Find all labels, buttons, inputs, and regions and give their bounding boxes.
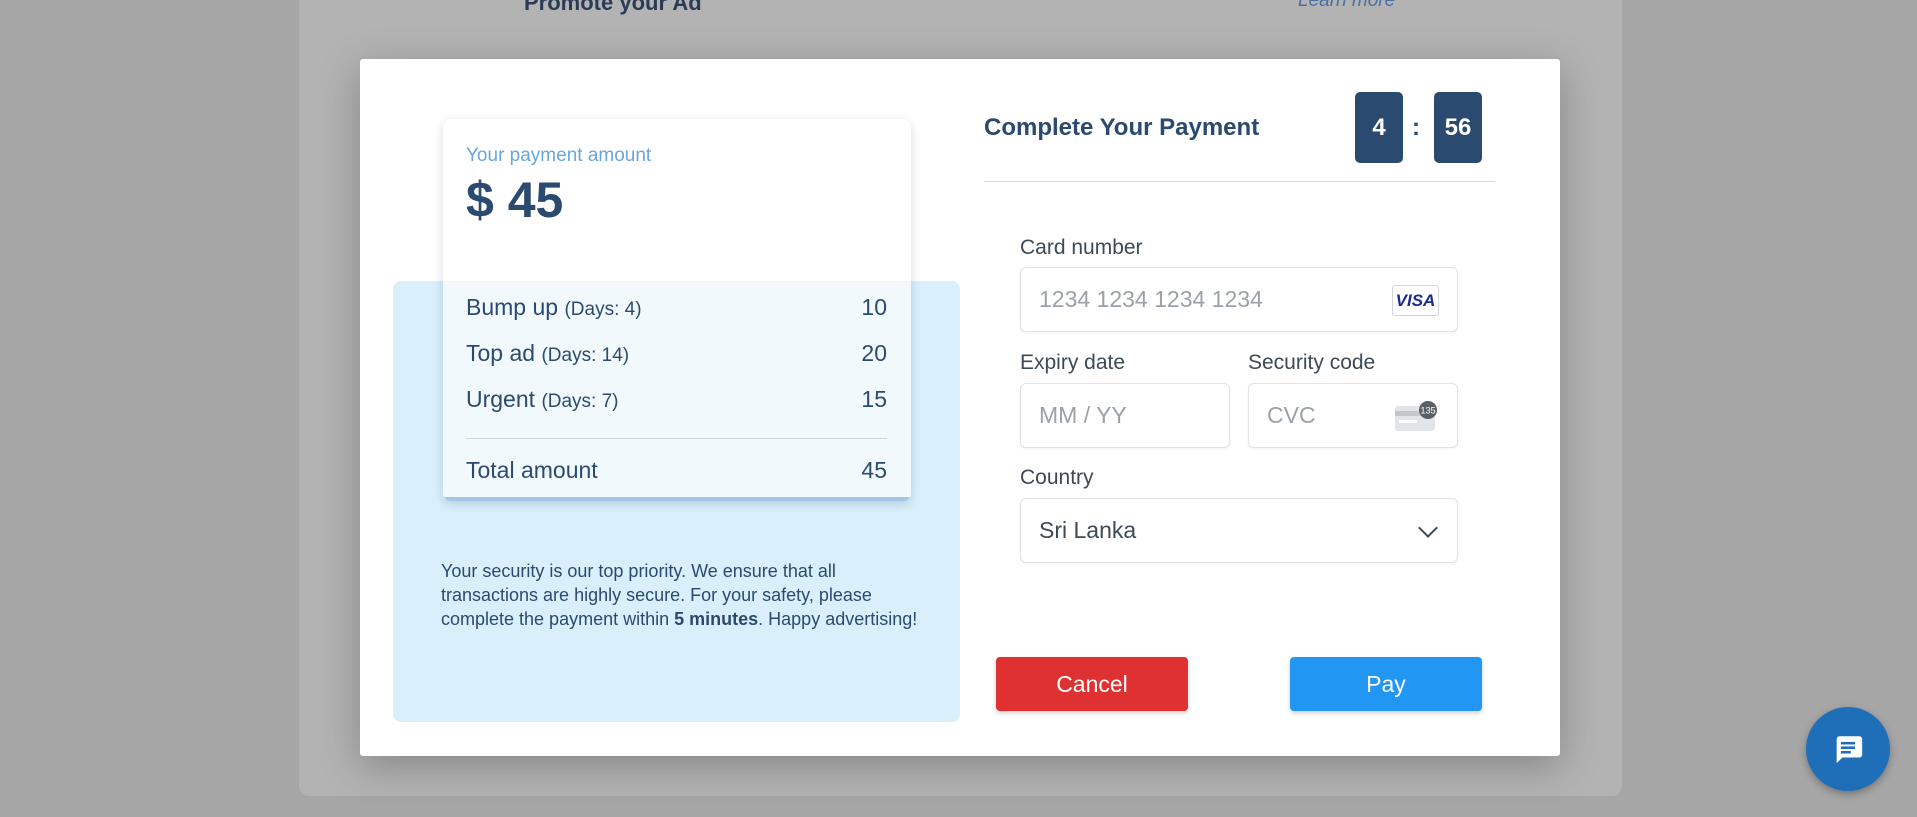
card-number-input[interactable]: 1234 1234 1234 1234 VISA xyxy=(1020,267,1458,332)
item-days: (Days: 14) xyxy=(541,345,630,366)
line-item: Bump up (Days: 4) 10 xyxy=(466,294,887,340)
card-cvc-icon: 135 xyxy=(1395,401,1437,431)
item-price: 10 xyxy=(861,294,887,320)
time-limit: 5 minutes xyxy=(674,609,759,629)
item-name: Bump up xyxy=(466,294,559,320)
svg-text:135: 135 xyxy=(1420,406,1435,416)
item-name: Urgent xyxy=(466,386,536,412)
amount-label: Your payment amount xyxy=(466,145,652,166)
chevron-down-icon xyxy=(1418,518,1438,538)
item-price: 20 xyxy=(861,340,887,366)
cvc-placeholder: CVC xyxy=(1267,402,1316,428)
card-number-label: Card number xyxy=(1020,236,1143,259)
pay-button[interactable]: Pay xyxy=(1290,657,1482,711)
header-divider xyxy=(984,181,1495,182)
item-price: 15 xyxy=(861,386,887,412)
item-days: (Days: 4) xyxy=(564,299,642,320)
line-items: Bump up (Days: 4) 10 Top ad (Days: 14) 2… xyxy=(466,294,887,484)
expiry-input[interactable]: MM / YY xyxy=(1020,383,1230,448)
cancel-button[interactable]: Cancel xyxy=(996,657,1188,711)
line-item: Urgent (Days: 7) 15 xyxy=(466,386,887,432)
payment-modal: Your payment amount $ 45 Bump up (Days: … xyxy=(360,59,1560,756)
total-row: Total amount 45 xyxy=(466,457,887,484)
visa-icon: VISA xyxy=(1392,285,1439,316)
timer-seconds: 56 xyxy=(1434,92,1482,163)
payment-title: Complete Your Payment xyxy=(984,114,1260,141)
timer-separator: : xyxy=(1412,114,1420,141)
expiry-label: Expiry date xyxy=(1020,351,1126,374)
line-item: Top ad (Days: 14) 20 xyxy=(466,340,887,386)
total-value: 45 xyxy=(861,457,887,483)
chat-icon xyxy=(1836,736,1863,764)
item-days: (Days: 7) xyxy=(541,391,619,412)
amount-value: $ 45 xyxy=(466,172,564,228)
timer-minutes: 4 xyxy=(1355,92,1403,163)
security-code-label: Security code xyxy=(1248,351,1376,374)
country-value: Sri Lanka xyxy=(1039,517,1137,543)
total-label: Total amount xyxy=(466,457,598,483)
item-name: Top ad xyxy=(466,340,536,366)
divider xyxy=(466,438,887,439)
learn-more-link[interactable]: Learn more xyxy=(1298,0,1395,12)
country-select[interactable]: Sri Lanka xyxy=(1020,498,1458,563)
amount-card: Your payment amount $ 45 Bump up (Days: … xyxy=(443,119,911,501)
chat-button[interactable] xyxy=(1806,707,1890,791)
expiry-placeholder: MM / YY xyxy=(1039,402,1127,428)
security-notice: Your security is our top priority. We en… xyxy=(441,561,918,629)
background-title: Promote your Ad xyxy=(524,0,702,15)
card-number-placeholder: 1234 1234 1234 1234 xyxy=(1039,286,1263,312)
country-label: Country xyxy=(1020,466,1094,489)
security-code-input[interactable]: CVC 135 xyxy=(1248,383,1458,448)
